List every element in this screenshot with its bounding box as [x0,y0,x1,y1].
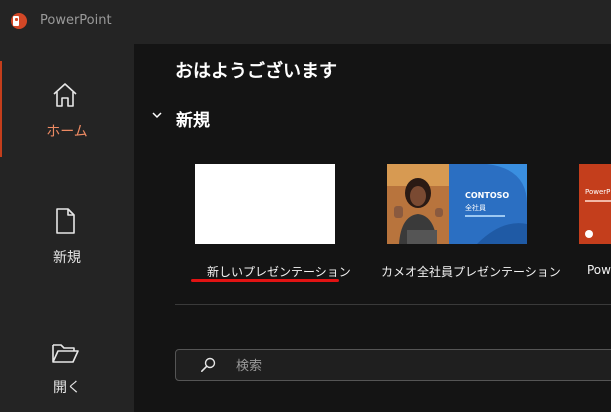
search-input[interactable] [234,354,611,378]
template-thumbnail: CONTOSO 全社員 [387,164,527,244]
chevron-down-icon [152,112,162,119]
thumbnail-dot [585,230,593,238]
thumbnail-title: CONTOSO [465,191,510,200]
sidebar-item-label: 新規 [53,250,81,266]
open-folder-icon [52,344,79,363]
powerpoint-app: PowerPoint ホーム 新規 開く おはようございます 新規 新しいプレゼ… [0,0,611,412]
sidebar-item-new[interactable]: 新規 [0,194,134,282]
template-label: 新しいプレゼンテーション [207,265,351,279]
sidebar-item-home[interactable]: ホーム [0,44,134,157]
sidebar-item-label: ホーム [46,124,88,140]
main-content: おはようございます 新規 新しいプレゼンテーション CONTOSO 全社員 カメ… [134,44,611,412]
title-bar: PowerPoint [0,0,611,44]
sidebar-item-open[interactable]: 開く [0,324,134,412]
highlight-underline [191,279,339,282]
thumbnail-text-line [465,215,505,217]
template-label: カメオ全社員プレゼンテーション [381,265,561,279]
presenter-photo-image [387,164,527,244]
section-divider [175,304,611,305]
app-title: PowerPoint [40,13,112,28]
template-label: Pow [587,263,611,277]
sidebar: ホーム 新規 開く [0,44,134,412]
thumbnail-subtitle: 全社員 [465,204,486,212]
new-document-icon [56,208,75,234]
thumbnail-text-line [585,200,611,202]
powerpoint-logo-icon [11,13,27,29]
greeting-heading: おはようございます [175,61,337,82]
search-box[interactable] [175,349,611,381]
template-thumbnail: PowerP [579,164,611,244]
template-thumbnail [195,164,335,244]
thumbnail-title: PowerP [585,188,611,196]
search-icon [201,357,216,372]
sidebar-item-label: 開く [53,380,81,396]
home-icon [53,83,77,107]
section-title: 新規 [176,111,210,131]
